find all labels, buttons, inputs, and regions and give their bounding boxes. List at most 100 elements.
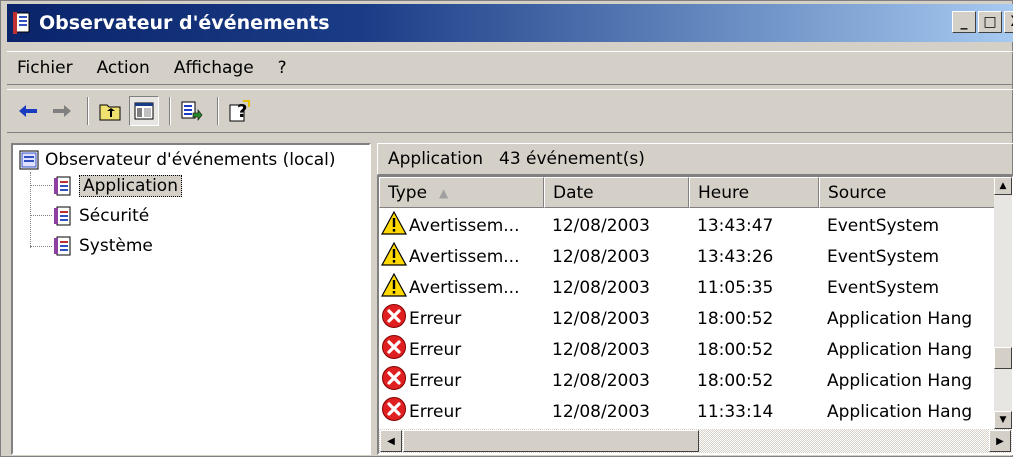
table-row[interactable]: Erreur 12/08/2003 18:00:52 Application Hang xyxy=(379,334,1012,365)
time-cell: 18:00:52 xyxy=(697,308,774,329)
window-title: Observateur d'événements xyxy=(39,12,330,34)
column-header-type[interactable]: Type ▲ xyxy=(379,177,544,208)
warning-icon xyxy=(380,210,409,241)
source-cell: EventSystem xyxy=(827,277,940,298)
date-cell: 12/08/2003 xyxy=(552,308,650,329)
column-header-date[interactable]: Date xyxy=(544,177,689,208)
event-viewer-window: Observateur d'événements _ □ X Fichier A… xyxy=(0,0,1013,457)
tree-item-label: Sécurité xyxy=(79,206,150,226)
scroll-left-button[interactable]: ◀ xyxy=(380,430,402,452)
tree-root-label: Observateur d'événements (local) xyxy=(45,150,336,170)
menu-help[interactable]: ? xyxy=(266,58,299,78)
tree-connector xyxy=(30,185,52,186)
event-list: Type ▲ Date Heure Source Avertissem... 12… xyxy=(377,175,1013,455)
table-row[interactable]: Avertissem... 12/08/2003 11:05:35 EventSyst… xyxy=(379,272,1012,303)
source-cell: EventSystem xyxy=(827,246,940,267)
type-label: Erreur xyxy=(409,370,462,391)
tree-root[interactable]: Observateur d'événements (local) xyxy=(19,147,336,173)
tree-item-application[interactable]: Application xyxy=(53,173,182,199)
export-list-button[interactable] xyxy=(177,96,207,126)
forward-button[interactable] xyxy=(47,96,77,126)
toolbar-separator xyxy=(217,97,219,125)
tree-item-systeme[interactable]: Système xyxy=(53,233,153,259)
pane-title: Application xyxy=(388,149,483,169)
source-cell: Application Hang xyxy=(827,339,973,360)
details-header: Application 43 événement(s) xyxy=(377,143,1013,175)
table-row[interactable]: Avertissem... 12/08/2003 13:43:26 EventSyst… xyxy=(379,241,1012,272)
tree-item-securite[interactable]: Sécurité xyxy=(53,203,149,229)
type-cell: Erreur xyxy=(379,303,544,334)
error-icon xyxy=(381,396,409,427)
horizontal-scrollbar[interactable]: ◀ ▶ xyxy=(379,429,1012,453)
type-label: Erreur xyxy=(409,401,462,422)
date-cell: 12/08/2003 xyxy=(552,401,650,422)
event-count: 43 événement(s) xyxy=(499,149,645,169)
maximize-button[interactable]: □ xyxy=(978,11,1002,33)
horizontal-scroll-thumb[interactable] xyxy=(403,430,699,452)
details-pane: Application 43 événement(s) Type ▲ Date … xyxy=(377,143,1013,455)
tree-connector xyxy=(30,246,52,247)
date-cell: 12/08/2003 xyxy=(552,370,650,391)
list-header: Type ▲ Date Heure Source xyxy=(379,177,1012,208)
close-button[interactable]: X xyxy=(1004,11,1013,33)
log-icon xyxy=(54,206,71,226)
vertical-scroll-thumb[interactable] xyxy=(994,347,1012,369)
error-icon xyxy=(381,303,409,334)
log-icon xyxy=(54,236,71,256)
table-row[interactable]: Erreur 12/08/2003 18:00:52 Application Hang xyxy=(379,303,1012,334)
type-label: Avertissem... xyxy=(409,277,520,298)
show-hide-tree-button[interactable] xyxy=(129,96,159,126)
date-cell: 12/08/2003 xyxy=(552,246,650,267)
column-label: Heure xyxy=(698,182,750,203)
back-button[interactable] xyxy=(13,96,43,126)
time-cell: 11:33:14 xyxy=(697,401,774,422)
toolbar-separator xyxy=(87,97,89,125)
menu-fichier[interactable]: Fichier xyxy=(7,58,85,78)
type-cell: Erreur xyxy=(379,334,544,365)
type-label: Erreur xyxy=(409,339,462,360)
type-cell: Avertissem... xyxy=(379,210,544,241)
date-cell: 12/08/2003 xyxy=(552,339,650,360)
tree-connector xyxy=(30,172,31,248)
date-cell: 12/08/2003 xyxy=(552,215,650,236)
table-row[interactable]: Erreur 12/08/2003 18:00:52 Application Hang xyxy=(379,365,1012,396)
column-label: Date xyxy=(553,182,594,203)
time-cell: 13:43:26 xyxy=(697,246,774,267)
column-header-source[interactable]: Source xyxy=(819,177,1012,208)
menu-affichage[interactable]: Affichage xyxy=(162,58,266,78)
column-label: Type xyxy=(388,182,428,203)
source-cell: Application Hang xyxy=(827,370,973,391)
column-header-heure[interactable]: Heure xyxy=(689,177,819,208)
tree-connector xyxy=(30,215,52,216)
time-cell: 13:43:47 xyxy=(697,215,774,236)
column-label: Source xyxy=(828,182,887,203)
type-label: Avertissem... xyxy=(409,215,520,236)
vertical-scrollbar[interactable]: ▲ ▼ xyxy=(994,177,1012,429)
tree-item-label: Système xyxy=(79,236,153,256)
table-row[interactable]: Avertissem... 12/08/2003 13:43:47 EventSyst… xyxy=(379,210,1012,241)
error-icon xyxy=(381,365,409,396)
up-folder-icon xyxy=(99,104,121,121)
scroll-up-button[interactable]: ▲ xyxy=(994,177,1012,195)
menu-bar: Fichier Action Affichage ? xyxy=(7,51,1013,85)
tree-item-label: Application xyxy=(79,175,182,197)
event-viewer-icon xyxy=(13,12,33,34)
source-cell: Application Hang xyxy=(827,308,973,329)
menu-action[interactable]: Action xyxy=(85,58,162,78)
minimize-button[interactable]: _ xyxy=(952,11,976,33)
up-one-level-button[interactable] xyxy=(95,96,125,126)
warning-icon xyxy=(380,272,409,303)
warning-icon xyxy=(380,241,409,272)
help-icon: ? xyxy=(229,100,250,122)
scroll-right-button[interactable]: ▶ xyxy=(989,430,1011,452)
scroll-down-button[interactable]: ▼ xyxy=(994,411,1012,429)
type-cell: Avertissem... xyxy=(379,241,544,272)
sort-ascending-icon: ▲ xyxy=(439,185,449,200)
type-cell: Erreur xyxy=(379,396,544,427)
type-label: Erreur xyxy=(409,308,462,329)
source-cell: EventSystem xyxy=(827,215,940,236)
error-icon xyxy=(381,334,409,365)
help-button[interactable]: ? xyxy=(225,96,255,126)
title-bar[interactable]: Observateur d'événements _ □ X xyxy=(7,4,1013,42)
table-row[interactable]: Erreur 12/08/2003 11:33:14 Application Hang xyxy=(379,396,1012,427)
